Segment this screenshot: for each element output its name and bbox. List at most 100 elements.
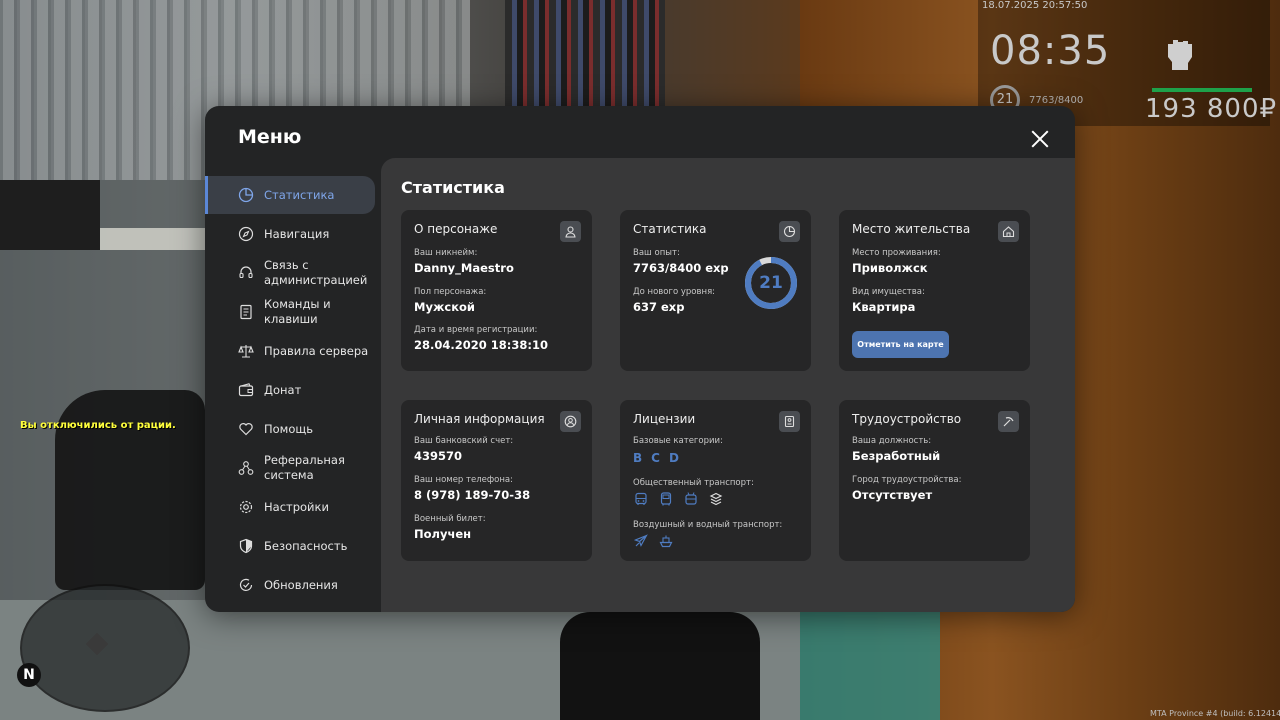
public-transport-icons <box>633 491 723 506</box>
next-level-label: До нового уровня: <box>633 287 716 297</box>
sidebar-item-security[interactable]: Безопасность <box>205 527 375 565</box>
card-statistics: Статистика Ваш опыт: 7763/8400 exp До но… <box>620 210 811 371</box>
heart-hand-icon <box>238 421 254 437</box>
hud-datetime: 18.07.2025 20:57:50 <box>982 0 1088 11</box>
bookshelf <box>505 0 665 106</box>
air-water-transport-label: Воздушный и водный транспорт: <box>633 520 783 530</box>
boat-icon <box>658 533 673 548</box>
tram-icon <box>708 491 723 506</box>
document-icon <box>238 304 254 320</box>
sidebar-item-label: Донат <box>264 382 302 397</box>
exp-value: 7763/8400 exp <box>633 261 729 275</box>
phone-value: 8 (978) 189-70-38 <box>414 488 531 502</box>
refresh-check-icon <box>238 577 254 593</box>
hud-exp: 7763/8400 <box>1029 95 1084 106</box>
sidebar-item-help[interactable]: Помощь <box>205 410 375 448</box>
military-id-value: Получен <box>414 527 472 541</box>
sidebar-item-admin-contact[interactable]: Связь с администрацией <box>205 254 375 292</box>
property-type-value: Квартира <box>852 300 916 314</box>
id-card-icon <box>779 411 800 432</box>
public-transport-label: Общественный транспорт: <box>633 478 754 488</box>
gender-value: Мужской <box>414 300 475 314</box>
bank-account-label: Ваш банковский счет: <box>414 436 514 446</box>
work-city-label: Город трудоустройства: <box>852 475 962 485</box>
bank-account-value: 439570 <box>414 449 463 463</box>
exp-label: Ваш опыт: <box>633 248 680 258</box>
sidebar-item-label: Статистика <box>264 187 335 202</box>
card-title: Место жительства <box>852 222 971 236</box>
headset-icon <box>238 265 254 281</box>
military-id-label: Военный билет: <box>414 514 486 524</box>
license-category: C <box>651 451 660 465</box>
sidebar-item-label: Правила сервера <box>264 343 369 358</box>
pickaxe-icon <box>998 411 1019 432</box>
menu-title: Меню <box>238 126 302 148</box>
sidebar-item-referral[interactable]: Реферальная система <box>205 449 375 487</box>
bus-icon <box>633 491 648 506</box>
scales-icon <box>238 343 254 359</box>
close-button[interactable] <box>1027 126 1053 152</box>
content-panel: Статистика О персонаже Ваш никнейм: Dann… <box>381 158 1075 612</box>
monitor <box>0 180 100 250</box>
fist-icon <box>1168 40 1192 70</box>
chat-message: Вы отключились от рации. <box>20 420 176 431</box>
sidebar-item-label: Реферальная система <box>264 453 345 482</box>
phone-label: Ваш номер телефона: <box>414 475 513 485</box>
mark-on-map-button[interactable]: Отметить на карте <box>852 331 949 358</box>
air-water-transport-icons <box>633 533 673 548</box>
wallet-icon <box>238 382 254 398</box>
card-residence: Место жительства Место проживания: Приво… <box>839 210 1030 371</box>
property-type-label: Вид имущества: <box>852 287 925 297</box>
home-icon <box>998 221 1019 242</box>
sidebar-item-updates[interactable]: Обновления <box>205 566 375 604</box>
card-personal-info: Личная информация Ваш банковский счет: 4… <box>401 400 592 561</box>
sidebar-item-label: Безопасность <box>264 538 348 553</box>
compass-icon <box>238 226 254 242</box>
network-icon <box>238 460 254 476</box>
sidebar-item-label: Настройки <box>264 499 329 514</box>
papers <box>100 228 210 250</box>
sidebar-item-navigation[interactable]: Навигация <box>205 215 375 253</box>
place-value: Приволжск <box>852 261 928 275</box>
license-category: B <box>633 451 643 465</box>
sidebar-item-settings[interactable]: Настройки <box>205 488 375 526</box>
work-city-value: Отсутствует <box>852 488 933 502</box>
position-value: Безработный <box>852 449 941 463</box>
next-level-value: 637 exp <box>633 300 685 314</box>
card-character: О персонаже Ваш никнейм: Danny_Maestro П… <box>401 210 592 371</box>
card-title: Лицензии <box>633 412 696 426</box>
sidebar-item-label: Навигация <box>264 226 330 241</box>
nickname-label: Ваш никнейм: <box>414 248 478 258</box>
coach-icon <box>658 491 673 506</box>
minimap <box>20 584 190 712</box>
health-bar <box>1152 88 1252 92</box>
sidebar-item-commands[interactable]: Команды и клавиши <box>205 293 375 331</box>
card-title: Личная информация <box>414 412 545 426</box>
base-categories-label: Базовые категории: <box>633 436 723 446</box>
sidebar-item-label: Команды и клавиши <box>264 297 331 326</box>
registration-value: 28.04.2020 18:38:10 <box>414 338 548 352</box>
sidebar-item-rules[interactable]: Правила сервера <box>205 332 375 370</box>
user-circle-icon <box>560 411 581 432</box>
sidebar-item-label: Связь с администрацией <box>264 258 368 287</box>
registration-label: Дата и время регистрации: <box>414 325 538 335</box>
card-licenses: Лицензии Базовые категории: B C D Общест… <box>620 400 811 561</box>
place-label: Место проживания: <box>852 248 941 258</box>
pie-chart-icon <box>238 187 254 203</box>
sidebar-item-statistics[interactable]: Статистика <box>205 176 375 214</box>
position-label: Ваша должность: <box>852 436 932 446</box>
card-employment: Трудоустройство Ваша должность: Безработ… <box>839 400 1030 561</box>
player-character <box>560 612 760 720</box>
pie-chart-icon <box>779 221 800 242</box>
hud-money: 193 800₽ <box>1145 94 1278 124</box>
hud-clock: 08:35 <box>990 28 1111 74</box>
card-title: О персонаже <box>414 222 498 236</box>
sidebar-item-donate[interactable]: Донат <box>205 371 375 409</box>
menu-window: Меню Статистика Навигация Связь с админи… <box>205 106 1075 612</box>
sidebar-item-label: Помощь <box>264 421 314 436</box>
card-title: Статистика <box>633 222 707 236</box>
airplane-icon <box>633 533 648 548</box>
teal-object <box>800 600 940 720</box>
sidebar-item-label: Обновления <box>264 577 338 592</box>
license-category: D <box>668 451 679 465</box>
